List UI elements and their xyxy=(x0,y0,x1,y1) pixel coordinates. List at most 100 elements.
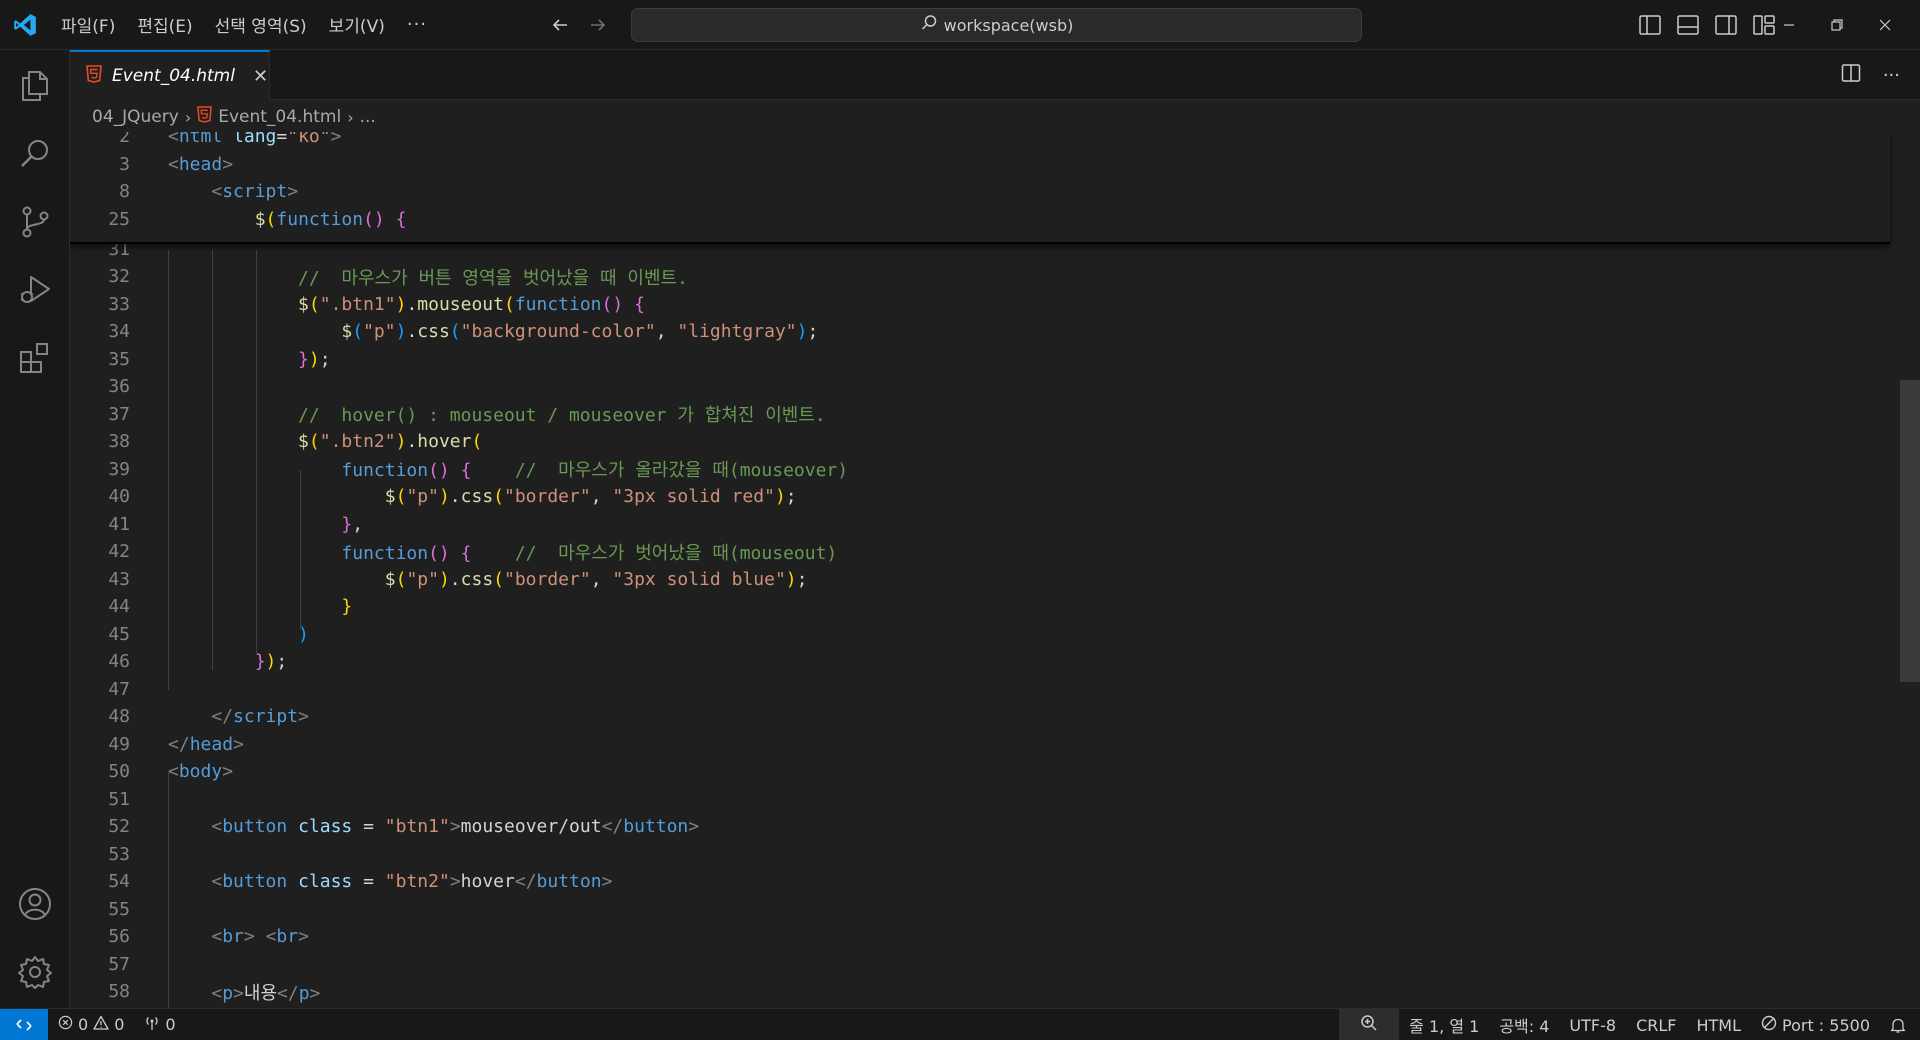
breadcrumb: 04_JQuery › Event_04.html › ... xyxy=(92,104,376,130)
settings-gear-icon[interactable] xyxy=(0,938,70,1006)
chevron-right-icon: › xyxy=(184,107,192,127)
line-number: 8 xyxy=(119,181,130,203)
error-count: 0 xyxy=(78,1015,89,1034)
code-line[interactable]: 25 $(function() { xyxy=(70,206,1890,234)
end-of-line[interactable]: CRLF xyxy=(1626,1009,1686,1040)
code-line[interactable]: 40 $("p").css("border", "3px solid red")… xyxy=(70,483,1890,511)
command-center-search[interactable]: workspace(wsb) xyxy=(631,8,1362,42)
language-mode[interactable]: HTML xyxy=(1686,1009,1751,1040)
toggle-panel-icon[interactable] xyxy=(1675,12,1701,38)
code-line[interactable]: 43 $("p").css("border", "3px solid blue"… xyxy=(70,565,1890,593)
extensions-icon[interactable] xyxy=(0,324,70,392)
html5-file-icon xyxy=(86,65,102,87)
tab-event-04-html[interactable]: Event_04.html ✕ xyxy=(70,50,270,100)
code-line[interactable]: 36 xyxy=(70,373,1890,401)
line-code: <head> xyxy=(168,153,234,175)
indentation[interactable]: 공백: 4 xyxy=(1489,1009,1559,1040)
explorer-icon[interactable] xyxy=(0,52,70,120)
problems-indicator[interactable]: 0 0 xyxy=(48,1009,134,1040)
more-actions-button[interactable]: ··· xyxy=(1883,65,1900,86)
line-code: $(".btn2").hover( xyxy=(298,431,483,452)
remote-indicator-icon[interactable] xyxy=(0,1008,48,1040)
menu-view[interactable]: 보기(V) xyxy=(318,8,396,42)
menu-selection[interactable]: 선택 영역(S) xyxy=(204,8,318,42)
code-line[interactable]: 8 <script> xyxy=(70,178,1890,206)
zoom-indicator[interactable] xyxy=(1339,1009,1400,1040)
live-server-port[interactable]: Port : 5500 xyxy=(1751,1009,1880,1040)
line-number: 58 xyxy=(108,981,130,1002)
line-code: // 마우스가 버튼 영역을 벗어났을 때 이벤트. xyxy=(298,267,688,289)
code-line[interactable]: 42 function() { // 마우스가 벗어났을 때(mouseout) xyxy=(70,538,1890,566)
line-code: }, xyxy=(341,513,364,535)
split-editor-icon[interactable] xyxy=(1841,63,1861,87)
breadcrumb-folder[interactable]: 04_JQuery xyxy=(92,107,179,127)
code-line[interactable]: 46 }); xyxy=(70,648,1890,676)
line-number: 47 xyxy=(108,678,130,700)
account-icon[interactable] xyxy=(0,870,70,938)
code-line[interactable]: 58 <p>내용</p> xyxy=(70,978,1890,1006)
menu-file[interactable]: 파일(F) xyxy=(50,8,126,42)
line-number: 52 xyxy=(108,816,130,837)
vertical-scrollbar-thumb[interactable] xyxy=(1900,380,1920,682)
cursor-position[interactable]: 줄 1, 열 1 xyxy=(1399,1009,1489,1040)
code-line[interactable]: 35 }); xyxy=(70,345,1890,373)
code-line[interactable]: 37 // hover() : mouseout / mouseover 가 합… xyxy=(70,400,1890,428)
line-number: 53 xyxy=(108,843,130,865)
ports-indicator[interactable]: 0 xyxy=(134,1009,185,1040)
indent-guide xyxy=(212,250,213,670)
notifications-bell-icon[interactable] xyxy=(1880,1009,1920,1040)
restore-icon[interactable] xyxy=(1828,16,1846,34)
code-line[interactable]: 32 // 마우스가 버튼 영역을 벗어났을 때 이벤트. xyxy=(70,263,1890,291)
code-line[interactable]: 41 }, xyxy=(70,510,1890,538)
activity-bar xyxy=(0,50,70,1008)
vscode-logo-icon[interactable] xyxy=(0,0,50,50)
file-encoding[interactable]: UTF-8 xyxy=(1559,1009,1626,1040)
code-line[interactable]: 34 $("p").css("background-color", "light… xyxy=(70,318,1890,346)
toggle-secondary-sidebar-icon[interactable] xyxy=(1713,12,1739,38)
forward-arrow-icon[interactable] xyxy=(586,13,610,37)
back-arrow-icon[interactable] xyxy=(548,13,572,37)
minimize-icon[interactable] xyxy=(1780,16,1798,34)
code-line[interactable]: 57 xyxy=(70,950,1890,978)
code-line[interactable]: 38 $(".btn2").hover( xyxy=(70,428,1890,456)
menu-more-button[interactable]: ··· xyxy=(396,8,438,42)
line-code: $("p").css("border", "3px solid red"); xyxy=(384,486,797,507)
sticky-scroll-header[interactable]: 2 <html lang="ko"> 3 <head> 8 <script> 25 $(f… xyxy=(70,132,1890,244)
circle-slash-icon xyxy=(1761,1015,1777,1035)
code-line[interactable]: 55 xyxy=(70,895,1890,923)
code-line[interactable]: 48 </script> xyxy=(70,703,1890,731)
tab-label: Event_04.html xyxy=(112,66,235,86)
code-line[interactable]: 45 ) xyxy=(70,620,1890,648)
code-line[interactable]: 49 </head> xyxy=(70,730,1890,758)
code-line[interactable]: 33 $(".btn1").mouseout(function() { xyxy=(70,290,1890,318)
line-code: <body> xyxy=(168,761,234,782)
run-debug-icon[interactable] xyxy=(0,256,70,324)
code-line[interactable]: 53 xyxy=(70,840,1890,868)
breadcrumb-symbol[interactable]: ... xyxy=(360,107,376,127)
tab-close-icon[interactable]: ✕ xyxy=(253,66,268,87)
close-window-icon[interactable] xyxy=(1876,16,1894,34)
editor-actions: ··· xyxy=(1841,50,1900,100)
code-line[interactable]: 54 <button class = "btn2">hover</button> xyxy=(70,868,1890,896)
code-editor[interactable]: 2 <html lang="ko"> 3 <head> 8 <script> 25 $(f… xyxy=(70,132,1920,1008)
code-line[interactable]: 3 <head> xyxy=(70,151,1890,179)
line-code: <button class = "btn2">hover</button> xyxy=(211,871,613,892)
code-line[interactable]: 50 <body> xyxy=(70,758,1890,786)
code-line[interactable]: 2 <html lang="ko"> xyxy=(70,132,1890,151)
breadcrumb-file[interactable]: Event_04.html xyxy=(218,107,341,127)
line-code: }); xyxy=(254,651,288,672)
code-line[interactable]: 44 } xyxy=(70,593,1890,621)
source-control-icon[interactable] xyxy=(0,188,70,256)
menu-edit[interactable]: 편집(E) xyxy=(126,8,203,42)
customize-layout-icon[interactable] xyxy=(1751,12,1777,38)
code-line[interactable]: 47 xyxy=(70,675,1890,703)
line-number: 57 xyxy=(108,953,130,975)
toggle-primary-sidebar-icon[interactable] xyxy=(1637,12,1663,38)
editor-tab-bar: Event_04.html ✕ ··· xyxy=(70,50,1920,100)
code-line[interactable]: 39 function() { // 마우스가 올라갔을 때(mouseover… xyxy=(70,455,1890,483)
code-line[interactable]: 52 <button class = "btn1">mouseover/out<… xyxy=(70,813,1890,841)
code-line[interactable]: 56 <br> <br> xyxy=(70,923,1890,951)
line-number: 54 xyxy=(108,871,130,892)
search-sidebar-icon[interactable] xyxy=(0,120,70,188)
code-line[interactable]: 51 xyxy=(70,785,1890,813)
